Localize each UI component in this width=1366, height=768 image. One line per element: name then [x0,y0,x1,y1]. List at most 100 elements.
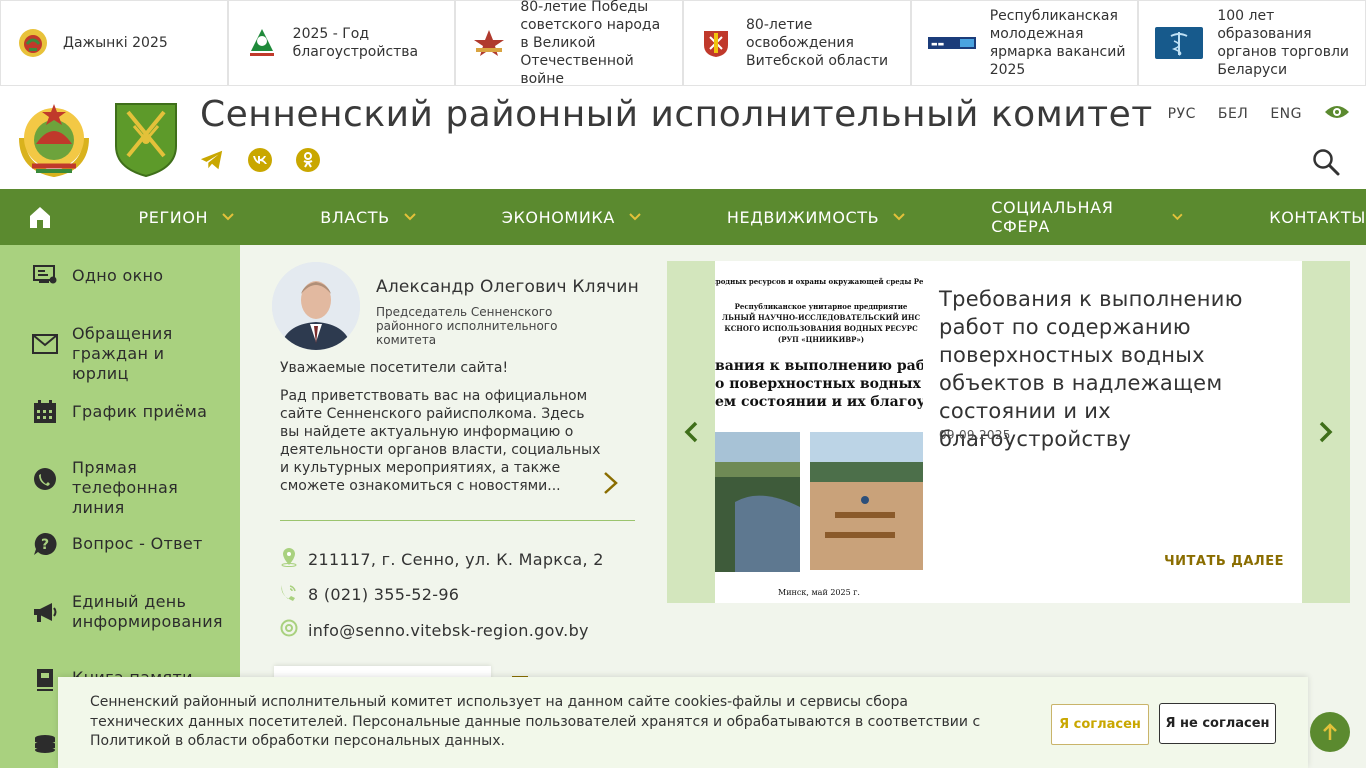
cookie-agree-button[interactable]: Я согласен [1051,704,1149,745]
nav-label: КОНТАКТЫ [1269,207,1366,227]
slider-next-button[interactable] [1302,261,1350,603]
site-title[interactable]: Сенненский районный исполнительный комит… [200,94,1153,135]
sidebar-item-appeals[interactable]: Обращения граждан и юрлиц [0,323,240,383]
news-date: 09.09.2025 [939,428,1011,442]
sidebar-item-label: Обращения граждан и юрлиц [72,324,173,383]
chevron-down-icon [403,213,416,221]
slider-prev-button[interactable] [667,261,715,603]
national-emblem-icon [17,27,49,59]
news-image-ministry: Министерство природных ресурсов и охраны… [715,277,923,286]
home-icon[interactable] [0,189,79,245]
banner-improvement-year[interactable]: 2025 - Год благоустройства [227,0,456,86]
belarus-emblem-icon[interactable] [14,98,94,178]
chevron-down-icon [222,213,234,221]
nav-item-social[interactable]: СОЦИАЛЬНАЯ СФЕРА [991,189,1183,245]
banner-label: 100 лет образования органов торговли Бел… [1217,8,1349,78]
nav-item-power[interactable]: ВЛАСТЬ [320,189,416,245]
divider [280,520,635,521]
senno-coat-of-arms-icon[interactable] [114,100,178,178]
banner-label: 2025 - Год благоустройства [292,26,419,60]
sidebar-item-faq[interactable]: ? Вопрос - Ответ [0,531,240,557]
phone-text: 8 (021) 355-52-96 [308,584,460,604]
chairman-name[interactable]: Александр Олегович Клячин [376,277,639,297]
news-image[interactable]: Министерство природных ресурсов и охраны… [715,272,923,603]
svg-text:▬▬: ▬▬ [931,40,944,48]
calendar-icon [32,399,58,425]
banner-job-fair[interactable]: ▬▬ Республиканская молодежная ярмарка ва… [910,0,1139,86]
nav-label: ЭКОНОМИКА [501,207,615,227]
contact-email[interactable]: info@senno.vitebsk-region.gov.by [280,619,589,641]
news-image-org-line-1: Республиканское унитарное предприятие [735,302,908,311]
greeting-text: Рад приветствовать вас на официальном са… [280,388,601,494]
contact-address: 211117, г. Сенно, ул. К. Маркса, 2 [280,547,604,571]
coins-icon [32,732,58,758]
envelope-icon [32,331,58,357]
nav-item-region[interactable]: РЕГИОН [138,189,234,245]
sidebar-item-label: Одно окно [72,266,164,285]
banner-liberation[interactable]: 80-летие освобождения Витебской области [683,0,911,86]
news-image-doc-line-2: о поверхностных водных о [715,376,923,392]
chevron-right-icon[interactable] [600,470,622,496]
chevron-down-icon [893,213,905,221]
at-sign-icon [280,619,298,641]
search-icon[interactable] [1312,148,1340,176]
one-window-icon [32,263,58,289]
banner-trade[interactable]: 100 лет образования органов торговли Бел… [1138,0,1366,86]
nav-label: ВЛАСТЬ [320,207,390,227]
improvement-year-icon [245,26,279,60]
sidebar-item-schedule[interactable]: График приёма [0,400,240,424]
banner-dazhynki[interactable]: Дажынкі 2025 [0,0,228,86]
cookie-banner: Сенненский районный исполнительный комит… [58,677,1308,768]
main-nav: РЕГИОН ВЛАСТЬ ЭКОНОМИКА НЕДВИЖИМОСТЬ СОЦ… [0,189,1366,245]
nav-item-realty[interactable]: НЕДВИЖИМОСТЬ [727,189,905,245]
cookie-text: Сенненский районный исполнительный комит… [90,694,981,749]
address-text: 211117, г. Сенно, ул. К. Маркса, 2 [308,549,604,569]
victory-star-icon [472,28,506,58]
site-header: Сенненский районный исполнительный комит… [0,86,1366,189]
nav-item-contacts[interactable]: КОНТАКТЫ [1269,189,1366,245]
nav-label: НЕДВИЖИМОСТЬ [726,207,880,227]
odnoklassniki-icon[interactable] [296,148,320,172]
chevron-down-icon [1172,213,1183,221]
location-pin-icon [280,547,298,571]
scroll-to-top-button[interactable] [1310,712,1350,752]
sidebar-item-hotline[interactable]: Прямая телефонная линия [0,457,240,517]
vk-icon[interactable] [248,148,272,172]
cookie-disagree-button[interactable]: Я не согласен [1159,703,1276,744]
lang-rus[interactable]: РУС [1168,106,1196,122]
social-links [200,148,320,172]
accessibility-eye-icon[interactable] [1324,104,1350,124]
lang-bel[interactable]: БЕЛ [1218,106,1248,122]
chairman-photo[interactable] [272,262,360,350]
contact-phone[interactable]: 8 (021) 355-52-96 [280,583,459,605]
banner-label: Республиканская молодежная ярмарка вакан… [989,8,1126,78]
phone-hand-icon [32,466,58,492]
news-image-footer: Минск, май 2025 г. [778,588,860,597]
telegram-icon[interactable] [200,148,224,172]
megaphone-icon [32,599,58,625]
read-more-link[interactable]: ЧИТАТЬ ДАЛЕЕ [1164,554,1284,569]
nav-item-economy[interactable]: ЭКОНОМИКА [502,189,641,245]
job-fair-icon: ▬▬ [927,37,976,49]
sidebar-item-info-day[interactable]: Единый день информирования [0,591,240,633]
svg-text:?: ? [41,537,49,553]
sidebar-item-one-window[interactable]: Одно окно [0,265,240,287]
page: Дажынкі 2025 2025 - Год благоустройства … [0,0,1366,768]
banner-victory[interactable]: 80-летие Победы советского народа в Вели… [455,0,684,87]
news-slider: Министерство природных ресурсов и охраны… [667,261,1350,603]
chairman-role: Председатель Сенненского районного испол… [376,305,558,347]
book-icon [32,667,58,693]
arrow-up-icon [1323,723,1337,740]
nav-label: СОЦИАЛЬНАЯ СФЕРА [991,198,1114,236]
lang-eng[interactable]: ENG [1270,106,1302,122]
language-switcher: РУС БЕЛ ENG [1168,104,1350,124]
chevron-left-icon [684,421,698,443]
banner-label: Дажынкі 2025 [63,35,168,51]
banner-label: 80-летие Победы советского народа в Вели… [520,0,661,87]
question-icon: ? [32,531,58,557]
trade-caduceus-icon [1155,27,1204,59]
greeting-title: Уважаемые посетители сайта! [280,360,509,376]
sidebar-item-label: График приёма [72,402,208,421]
news-image-org-line-3: КСНОГО ИСПОЛЬЗОВАНИЯ ВОДНЫХ РЕСУРС [724,324,918,333]
news-image-doc-line-3: ем состоянии и их благоус [715,394,923,410]
